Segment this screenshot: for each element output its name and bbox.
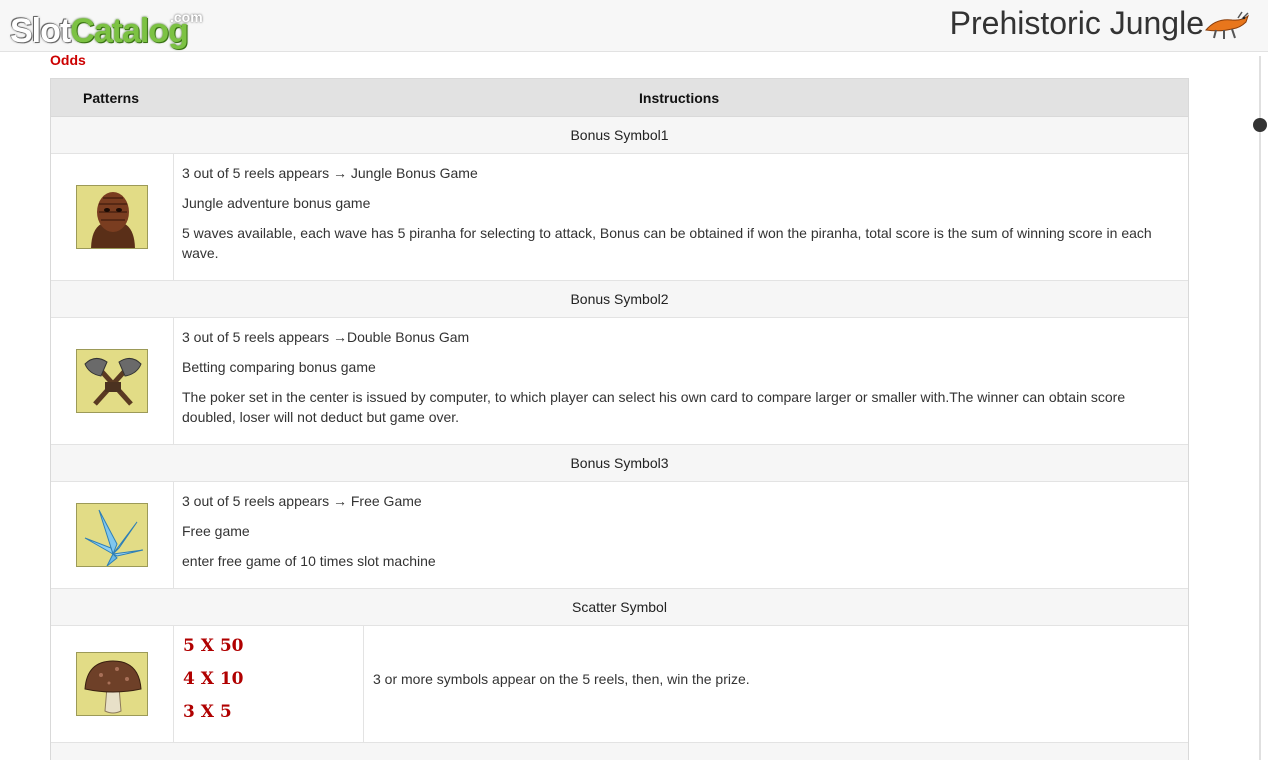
pattern-cell bbox=[51, 318, 174, 444]
instruction-line: Jungle adventure bonus game bbox=[182, 195, 371, 211]
game-title: Prehistoric Jungle bbox=[949, 5, 1204, 41]
scatter-description: 3 or more symbols appear on the 5 reels,… bbox=[373, 671, 750, 687]
odds-table: Patterns Instructions Bonus Symbol1 3 ou… bbox=[50, 78, 1189, 760]
instruction-line: The poker set in the center is issued by… bbox=[182, 389, 1126, 425]
pattern-cell bbox=[51, 482, 174, 588]
instruction-line: Free game bbox=[182, 523, 250, 539]
section-row-bonus-symbol3: Bonus Symbol3 bbox=[51, 445, 1188, 482]
instruction-line: 3 out of 5 reels appears → Jungle Bonus … bbox=[182, 165, 478, 181]
payout-line: 3 X 5 bbox=[183, 702, 232, 722]
instruction-cell: 3 out of 5 reels appears → Free Game Fre… bbox=[182, 491, 1176, 581]
scrollbar-track[interactable] bbox=[1259, 56, 1261, 760]
instruction-cell: 3 out of 5 reels appears →Double Bonus G… bbox=[182, 327, 1176, 437]
top-bar: SlotCatalog .com Prehistoric Jungle bbox=[0, 0, 1268, 52]
scrollbar-thumb[interactable] bbox=[1253, 118, 1267, 132]
instruction-cell: 3 out of 5 reels appears → Jungle Bonus … bbox=[182, 163, 1176, 273]
ice-crystal-icon bbox=[76, 503, 148, 567]
instruction-line: 3 out of 5 reels appears →Double Bonus G… bbox=[182, 329, 470, 345]
dinosaur-logo-icon bbox=[1205, 11, 1250, 39]
instruction-line: Betting comparing bonus game bbox=[182, 359, 376, 375]
payout-line: 4 X 10 bbox=[183, 669, 244, 689]
section-row-bonus-symbol1: Bonus Symbol1 bbox=[51, 117, 1188, 154]
instruction-line: 3 out of 5 reels appears → Free Game bbox=[182, 493, 422, 509]
site-logo[interactable]: SlotCatalog .com bbox=[10, 4, 210, 52]
payout-cell: 5 X 50 4 X 10 3 X 5 bbox=[174, 626, 364, 742]
logo-wordmark: SlotCatalog bbox=[10, 12, 189, 50]
table-row-scatter-symbol: 5 X 50 4 X 10 3 X 5 3 or more symbols ap… bbox=[51, 626, 1188, 743]
section-row-next bbox=[51, 743, 1188, 760]
table-row-bonus-symbol3: 3 out of 5 reels appears → Free Game Fre… bbox=[51, 482, 1188, 589]
column-header-instructions: Instructions bbox=[639, 90, 720, 106]
tribal-mask-icon bbox=[76, 185, 148, 249]
table-row-bonus-symbol2: 3 out of 5 reels appears →Double Bonus G… bbox=[51, 318, 1188, 445]
instruction-line: enter free game of 10 times slot machine bbox=[182, 553, 436, 569]
table-row-bonus-symbol1: 3 out of 5 reels appears → Jungle Bonus … bbox=[51, 154, 1188, 281]
payout-line: 5 X 50 bbox=[183, 636, 244, 656]
mushroom-icon bbox=[76, 652, 148, 716]
crossed-axes-icon bbox=[76, 349, 148, 413]
instruction-line: 5 waves available, each wave has 5 piran… bbox=[182, 225, 1152, 261]
pattern-cell bbox=[51, 626, 174, 742]
section-row-bonus-symbol2: Bonus Symbol2 bbox=[51, 281, 1188, 318]
table-header: Patterns Instructions bbox=[51, 79, 1188, 117]
section-row-scatter-symbol: Scatter Symbol bbox=[51, 589, 1188, 626]
column-header-patterns: Patterns bbox=[83, 90, 140, 106]
section-label-odds: Odds bbox=[50, 52, 86, 65]
logo-domain: .com bbox=[170, 9, 203, 25]
pattern-cell bbox=[51, 154, 174, 280]
